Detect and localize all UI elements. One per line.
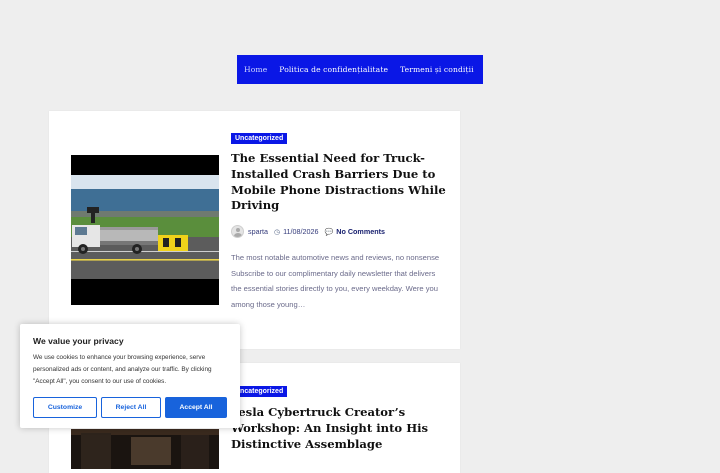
post-card: Uncategorized The Essential Need for Tru…: [49, 111, 460, 349]
nav-item-privacy-policy[interactable]: Politica de confidențialitate: [279, 65, 388, 74]
cookie-buttons: Customize Reject All Accept All: [33, 397, 227, 418]
post-thumbnail[interactable]: [71, 155, 219, 305]
category-badge[interactable]: Uncategorized: [231, 133, 288, 144]
post-excerpt: The most notable automotive news and rev…: [231, 253, 440, 309]
post-title[interactable]: The Essential Need for Truck-Installed C…: [231, 151, 446, 214]
comments-icon: 💬: [324, 228, 334, 236]
cookie-consent-banner: We value your privacy We use cookies to …: [20, 324, 240, 428]
nav-item-home[interactable]: Home: [244, 65, 267, 74]
user-avatar-icon: [231, 225, 244, 238]
truck-photo-image: [71, 155, 219, 305]
clock-icon: ◷: [273, 228, 281, 236]
accept-all-button[interactable]: Accept All: [165, 397, 227, 418]
post-author[interactable]: sparta: [248, 227, 268, 236]
cookie-text: We use cookies to enhance your browsing …: [33, 354, 212, 385]
primary-nav: Home Politica de confidențialitate Terme…: [237, 55, 483, 84]
post-title[interactable]: Tesla Cybertruck Creator’s Workshop: An …: [231, 405, 446, 452]
post-meta: sparta ◷ 11/08/2026 💬 No Comments: [231, 224, 385, 239]
cookie-title: We value your privacy: [33, 336, 124, 346]
post-thumbnail[interactable]: [71, 429, 219, 469]
post-comments-link[interactable]: No Comments: [336, 227, 385, 236]
reject-all-button[interactable]: Reject All: [101, 397, 161, 418]
customize-button[interactable]: Customize: [33, 397, 97, 418]
workshop-photo-image: [71, 429, 219, 469]
post-date[interactable]: 11/08/2026: [283, 227, 318, 236]
nav-item-terms[interactable]: Termeni și condiții: [400, 65, 474, 74]
